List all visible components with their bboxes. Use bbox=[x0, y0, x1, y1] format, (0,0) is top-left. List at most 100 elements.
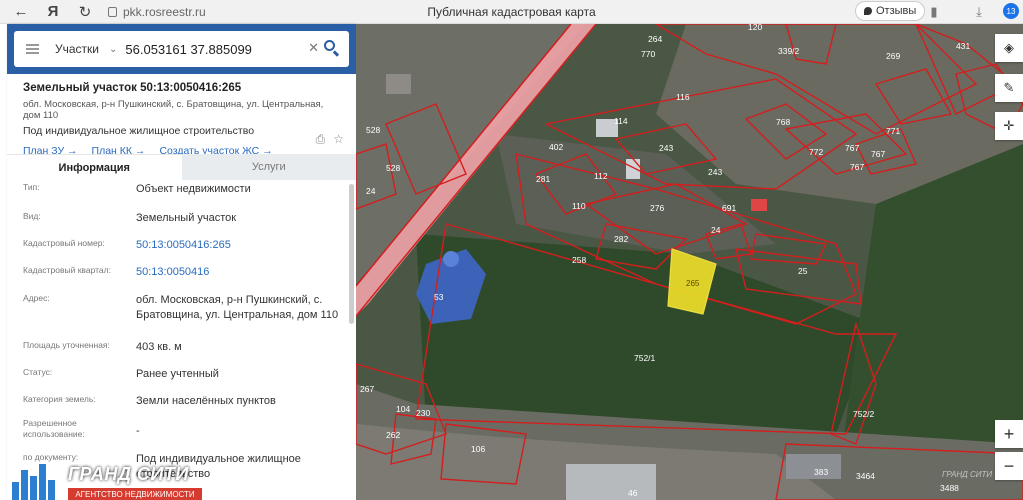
ruler-icon[interactable]: ✎ bbox=[995, 74, 1023, 102]
info-row-type: Тип: Объект недвижимости bbox=[7, 182, 356, 211]
map-label: 110 bbox=[572, 201, 586, 211]
reviews-button[interactable]: Отзывы bbox=[855, 1, 926, 21]
map-label: 771 bbox=[886, 126, 900, 136]
tab-services[interactable]: Услуги bbox=[181, 154, 356, 180]
map-label: 243 bbox=[659, 143, 673, 153]
map-label: 269 bbox=[886, 51, 900, 61]
info-row-status: Статус: Ранее учтенный bbox=[7, 367, 356, 394]
cadastral-quarter-link[interactable]: 50:13:0050416 bbox=[136, 265, 356, 293]
map-view[interactable]: 120 264 770 339/2 269 431 116 114 243 76… bbox=[356, 24, 1023, 500]
row-value: - bbox=[136, 425, 140, 437]
map-label: 276 bbox=[650, 203, 664, 213]
map-label: 24 bbox=[711, 225, 721, 235]
map-watermark: ГРАНД СИТИ bbox=[942, 470, 993, 479]
map-label: 770 bbox=[641, 49, 655, 59]
info-row-kind: Вид: Земельный участок bbox=[7, 211, 356, 238]
info-panel: Участки ⌄ ✕ Земельный участок 50:13:0050… bbox=[7, 24, 356, 500]
scrollbar[interactable] bbox=[349, 184, 354, 324]
star-icon[interactable]: ☆ bbox=[333, 132, 344, 147]
zoom-out-button[interactable]: − bbox=[995, 452, 1023, 480]
yandex-icon[interactable]: Я bbox=[42, 1, 64, 23]
logo-brand: ГРАНД СИТИ bbox=[68, 464, 189, 484]
map-label: 258 bbox=[572, 255, 586, 265]
map-label: 230 bbox=[416, 408, 430, 418]
info-row-address: Адрес: обл. Московская, р-н Пушкинский, … bbox=[7, 293, 356, 340]
url-text[interactable]: pkk.rosreestr.ru bbox=[123, 5, 206, 19]
row-label: Вид: bbox=[23, 211, 41, 221]
search-box: Участки ⌄ ✕ bbox=[14, 31, 349, 67]
map-label: 752/2 bbox=[853, 409, 875, 419]
map-label: 120 bbox=[748, 24, 762, 32]
chevron-down-icon[interactable]: ⌄ bbox=[109, 44, 117, 55]
row-value: обл. Московская, р-н Пушкинский, с. Брат… bbox=[136, 294, 339, 321]
info-row-cadastral-number: Кадастровый номер: 50:13:0050416:265 bbox=[7, 238, 356, 265]
search-icon[interactable] bbox=[323, 39, 341, 57]
map-label: 243 bbox=[708, 167, 722, 177]
map-label: 282 bbox=[614, 234, 628, 244]
panel-tabs: Информация Услуги bbox=[7, 154, 356, 180]
info-row-land-category: Категория земель: Земли населённых пункт… bbox=[7, 394, 356, 418]
row-label: Категория земель: bbox=[23, 394, 96, 404]
map-label: 767 bbox=[845, 143, 859, 153]
map-label: 53 bbox=[434, 292, 444, 302]
bookmark-icon[interactable]: ▮ bbox=[925, 3, 943, 21]
row-value: 403 кв. м bbox=[136, 341, 182, 353]
back-icon[interactable]: ← bbox=[10, 1, 32, 23]
plot-use: Под индивидуальное жилищное строительств… bbox=[23, 125, 255, 137]
map-canvas[interactable]: 120 264 770 339/2 269 431 116 114 243 76… bbox=[356, 24, 1023, 500]
reload-icon[interactable]: ↻ bbox=[74, 1, 96, 23]
plot-header: Земельный участок 50:13:0050416:265 обл.… bbox=[7, 74, 356, 157]
row-label: Площадь уточненная: bbox=[23, 340, 110, 350]
logo-buildings-icon bbox=[12, 464, 55, 500]
address-bar[interactable]: pkk.rosreestr.ru bbox=[108, 5, 206, 19]
map-label: 768 bbox=[776, 117, 790, 127]
map-label: 3464 bbox=[856, 471, 875, 481]
info-row-area: Площадь уточненная: 403 кв. м bbox=[7, 340, 356, 367]
map-label: 116 bbox=[676, 92, 690, 102]
layers-icon[interactable]: ◈ bbox=[995, 34, 1023, 62]
menu-icon[interactable] bbox=[26, 42, 39, 56]
speech-bubble-icon bbox=[864, 7, 872, 15]
search-mode-select[interactable]: Участки bbox=[55, 42, 99, 56]
agency-logo: ГРАНД СИТИ АГЕНТСТВО НЕДВИЖИМОСТИ bbox=[8, 458, 202, 500]
row-label: Кадастровый номер: bbox=[23, 238, 105, 248]
search-area: Участки ⌄ ✕ bbox=[7, 24, 356, 74]
tab-info[interactable]: Информация bbox=[7, 154, 182, 180]
map-label: 267 bbox=[360, 384, 374, 394]
map-label: 772 bbox=[809, 147, 823, 157]
row-label: Кадастровый квартал: bbox=[23, 265, 111, 275]
locate-icon[interactable]: ✛ bbox=[995, 112, 1023, 140]
map-label: 281 bbox=[536, 174, 550, 184]
map-label: 114 bbox=[614, 116, 628, 126]
print-icon[interactable]: ⎙ bbox=[316, 132, 326, 147]
plot-title: Земельный участок 50:13:0050416:265 bbox=[23, 82, 242, 94]
map-label: 112 bbox=[594, 171, 608, 181]
map-label: 767 bbox=[850, 162, 864, 172]
map-label: 528 bbox=[386, 163, 400, 173]
clear-icon[interactable]: ✕ bbox=[308, 40, 319, 56]
row-label: Адрес: bbox=[23, 293, 50, 303]
map-label: 752/1 bbox=[634, 353, 656, 363]
map-label: 46 bbox=[628, 488, 638, 498]
search-input[interactable] bbox=[125, 41, 286, 57]
map-label: 106 bbox=[471, 444, 485, 454]
map-label: 528 bbox=[366, 125, 380, 135]
map-label: 262 bbox=[386, 430, 400, 440]
download-icon[interactable]: ⤓ bbox=[970, 3, 988, 21]
map-label: 402 bbox=[549, 142, 563, 152]
map-label: 691 bbox=[722, 203, 736, 213]
row-value: Земли населённых пунктов bbox=[136, 395, 276, 407]
zoom-in-button[interactable]: + bbox=[995, 420, 1023, 448]
map-label: 25 bbox=[798, 266, 808, 276]
row-label: Разрешенное использование: bbox=[23, 418, 85, 439]
map-label: 383 bbox=[814, 467, 828, 477]
row-label: Тип: bbox=[23, 182, 40, 192]
selected-parcel-label[interactable]: 265 bbox=[686, 279, 700, 288]
map-label: 264 bbox=[648, 34, 662, 44]
downloads-badge: 13 bbox=[1003, 3, 1019, 19]
map-label: 339/2 bbox=[778, 46, 800, 56]
cadastral-number-link[interactable]: 50:13:0050416:265 bbox=[136, 238, 356, 265]
row-value: Ранее учтенный bbox=[136, 368, 219, 380]
logo-subtitle: АГЕНТСТВО НЕДВИЖИМОСТИ bbox=[68, 488, 202, 500]
info-row-permitted-use: Разрешенное использование: - bbox=[7, 418, 356, 452]
